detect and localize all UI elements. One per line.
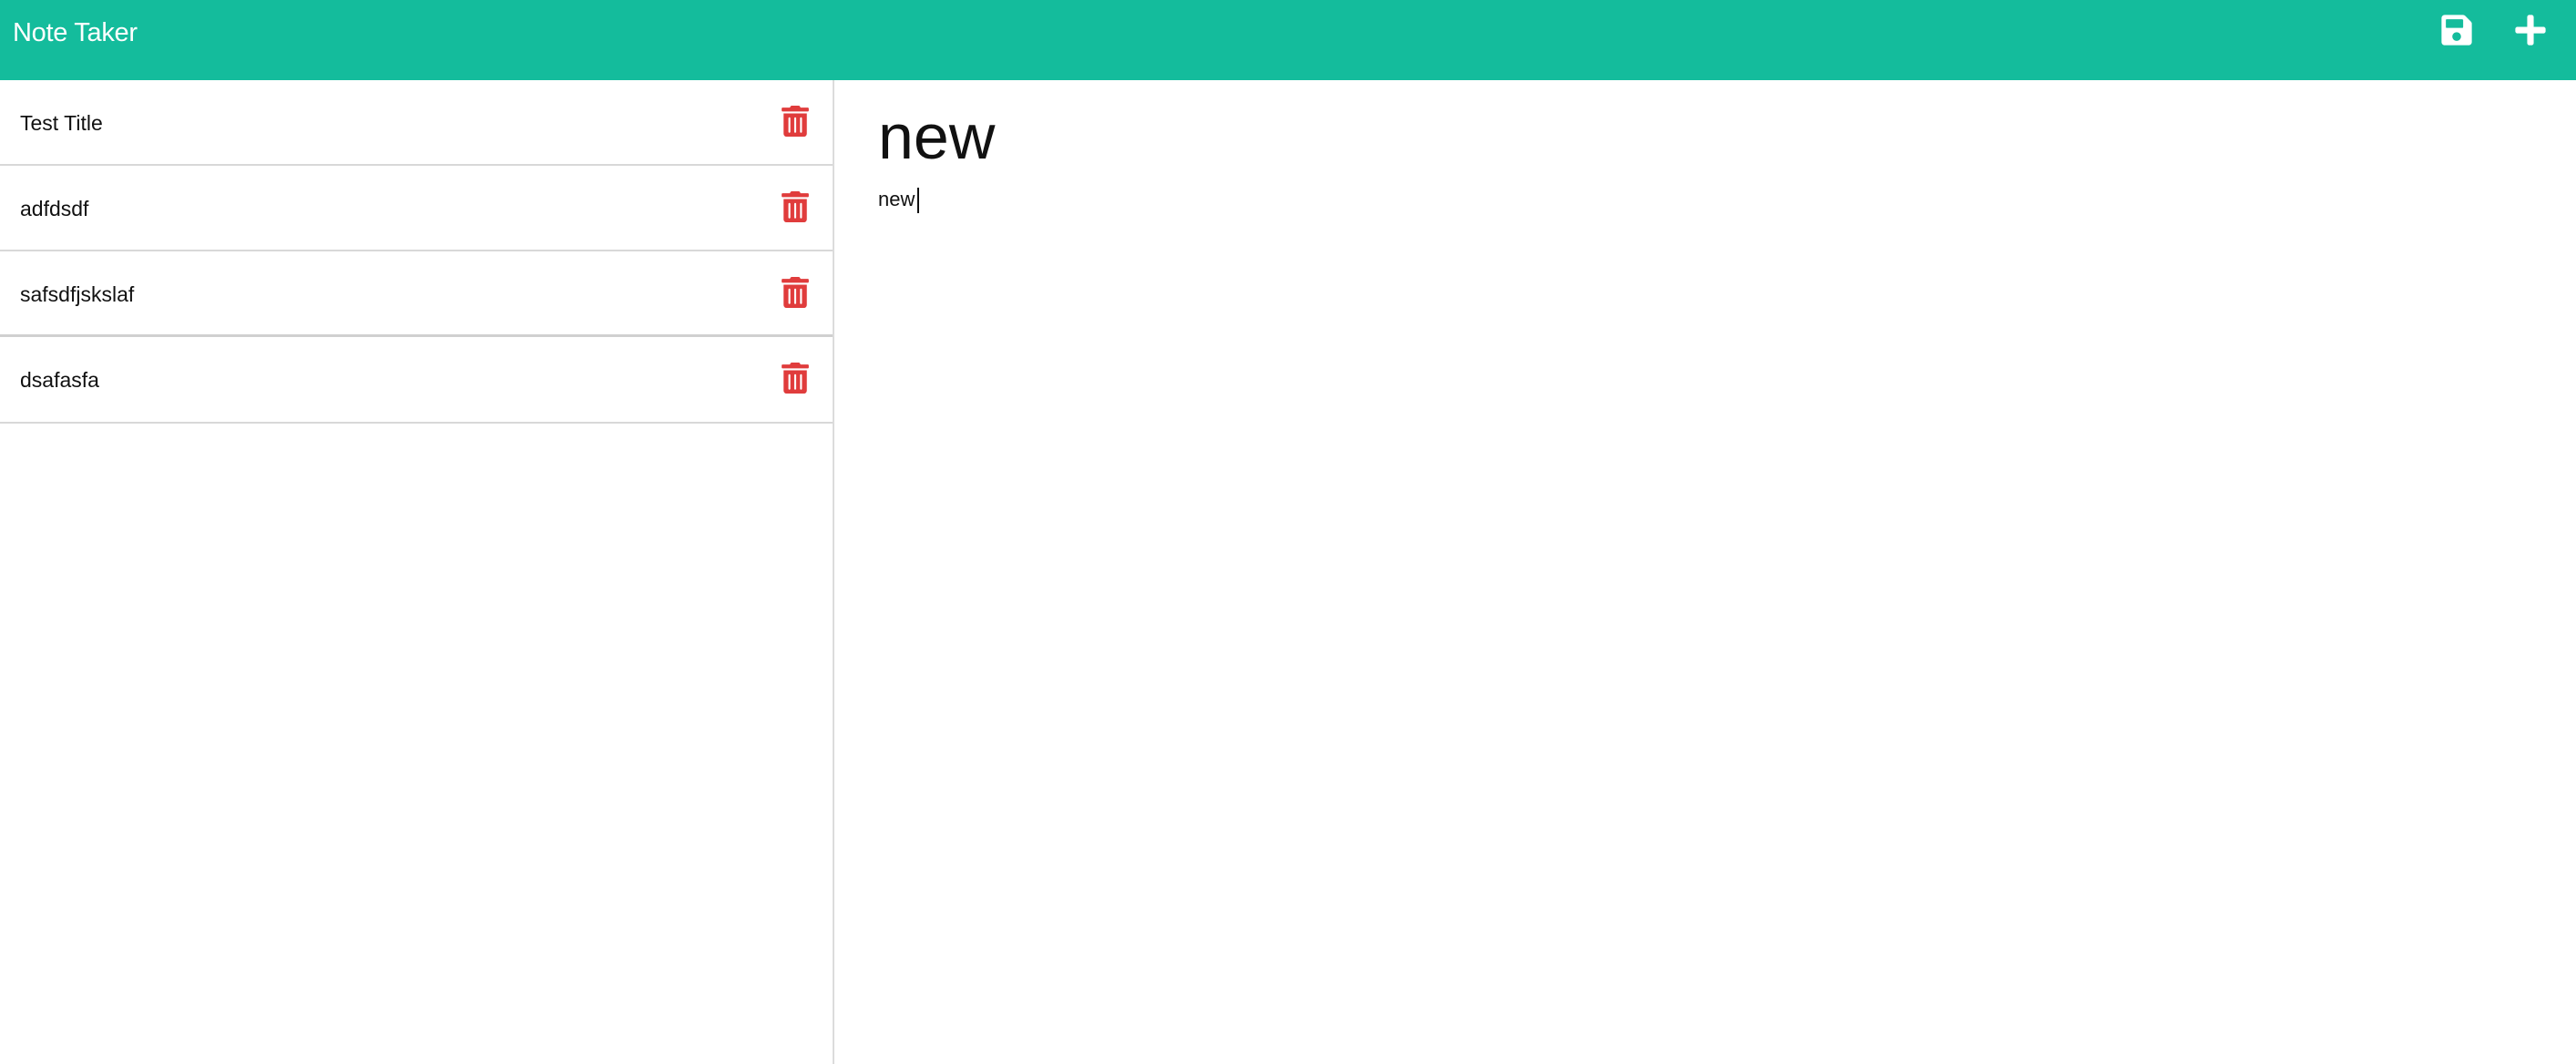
notes-sidebar: Test Title adfdsdf safsdfjskslaf dsafasf… bbox=[0, 80, 834, 1064]
note-editor: new bbox=[836, 80, 2576, 1064]
note-list-item[interactable]: safsdfjskslaf bbox=[0, 251, 833, 337]
note-body-textarea[interactable]: new bbox=[878, 186, 2518, 1006]
text-cursor bbox=[917, 188, 919, 213]
note-list-item-title[interactable]: dsafasfa bbox=[20, 337, 99, 423]
trash-icon bbox=[782, 106, 809, 137]
trash-icon bbox=[782, 277, 809, 308]
delete-note-button[interactable] bbox=[781, 277, 810, 308]
trash-icon bbox=[782, 191, 809, 222]
plus-icon bbox=[2515, 15, 2546, 46]
save-note-button[interactable] bbox=[2439, 13, 2474, 47]
note-list-item[interactable]: Test Title bbox=[0, 80, 833, 166]
floppy-disk-icon bbox=[2441, 15, 2472, 46]
new-note-button[interactable] bbox=[2513, 13, 2548, 47]
app-title[interactable]: Note Taker bbox=[13, 16, 138, 49]
trash-icon bbox=[782, 363, 809, 394]
delete-note-button[interactable] bbox=[781, 363, 810, 394]
note-title-input[interactable] bbox=[878, 95, 2518, 179]
note-list-item-title[interactable]: Test Title bbox=[20, 80, 103, 166]
delete-note-button[interactable] bbox=[781, 191, 810, 222]
note-list-item[interactable]: adfdsdf bbox=[0, 166, 833, 251]
note-list-item[interactable]: dsafasfa bbox=[0, 337, 833, 424]
navbar: Note Taker bbox=[0, 0, 2576, 80]
delete-note-button[interactable] bbox=[781, 106, 810, 137]
note-list-item-title[interactable]: adfdsdf bbox=[20, 166, 88, 251]
note-list-item-title[interactable]: safsdfjskslaf bbox=[20, 251, 134, 337]
note-list: Test Title adfdsdf safsdfjskslaf dsafasf… bbox=[0, 80, 833, 424]
